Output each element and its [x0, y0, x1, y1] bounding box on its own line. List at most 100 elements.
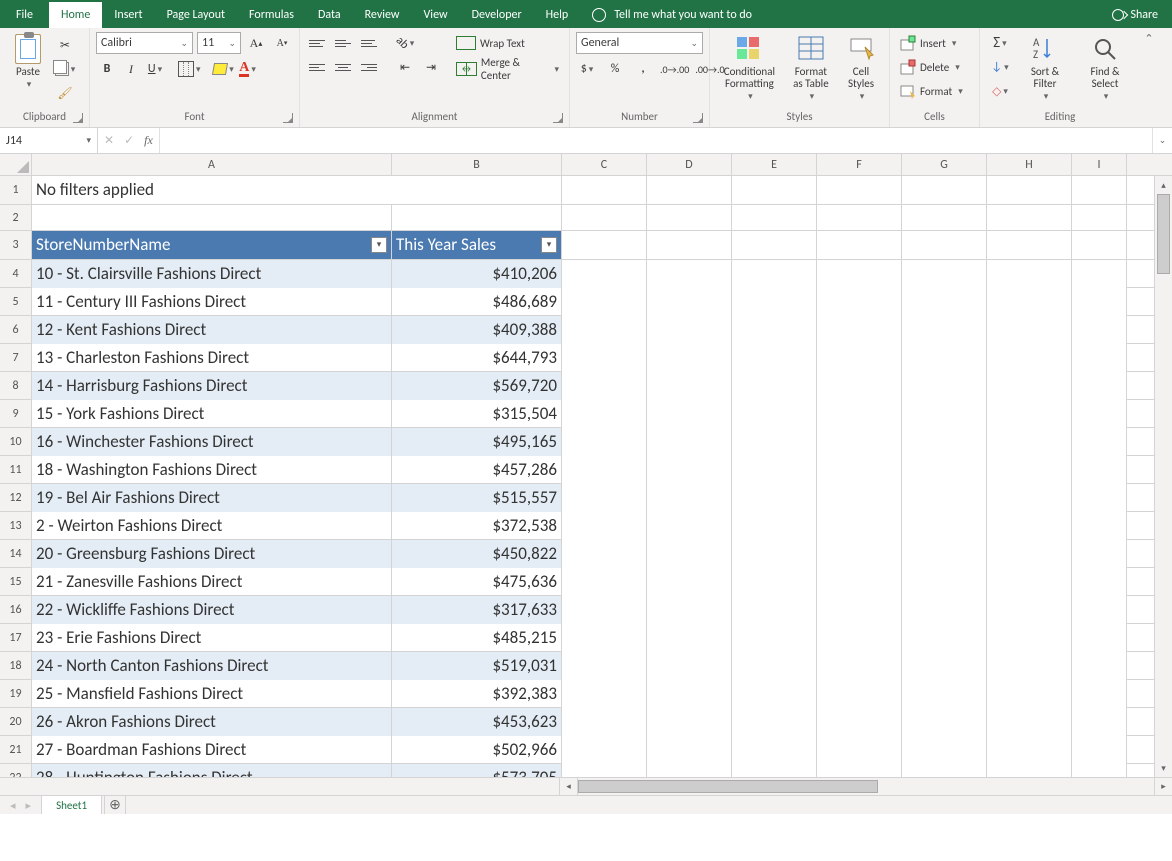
cell[interactable]: [647, 624, 732, 652]
cell[interactable]: [817, 231, 902, 259]
cell[interactable]: [987, 680, 1072, 708]
cell[interactable]: [987, 205, 1072, 233]
cell[interactable]: [817, 288, 902, 316]
cell[interactable]: 12 - Kent Fashions Direct: [32, 316, 392, 344]
cell[interactable]: [647, 512, 732, 540]
scrollbar-thumb[interactable]: [578, 780, 878, 793]
row-header[interactable]: 17: [0, 624, 32, 651]
cell[interactable]: [562, 540, 647, 568]
row-header[interactable]: 2: [0, 205, 32, 230]
cell[interactable]: [987, 176, 1072, 204]
cell[interactable]: [817, 176, 902, 204]
cell[interactable]: [732, 484, 817, 512]
cell[interactable]: [647, 540, 732, 568]
cell[interactable]: [902, 288, 987, 316]
cell[interactable]: [902, 400, 987, 428]
row-header[interactable]: 11: [0, 456, 32, 483]
tab-insert[interactable]: Insert: [102, 2, 154, 28]
enter-icon[interactable]: ✓: [124, 133, 134, 148]
cell[interactable]: [732, 372, 817, 400]
cell[interactable]: [817, 652, 902, 680]
cell[interactable]: [902, 484, 987, 512]
cell[interactable]: $486,689: [392, 288, 562, 316]
cell[interactable]: [987, 456, 1072, 484]
new-sheet-button[interactable]: ⊕: [104, 796, 126, 815]
row-header[interactable]: 18: [0, 652, 32, 679]
align-center-button[interactable]: [332, 56, 354, 78]
format-painter-button[interactable]: 🖌: [54, 82, 76, 104]
scroll-down-button[interactable]: ▾: [1155, 759, 1172, 777]
row-header[interactable]: 19: [0, 680, 32, 707]
row-header[interactable]: 15: [0, 568, 32, 595]
cell[interactable]: [1072, 400, 1127, 428]
column-header[interactable]: G: [902, 154, 987, 175]
cell[interactable]: [647, 205, 732, 233]
cell[interactable]: [647, 231, 732, 259]
cell[interactable]: [647, 344, 732, 372]
dialog-launcher-icon[interactable]: [553, 113, 563, 123]
cell[interactable]: 10 - St. Clairsville Fashions Direct: [32, 260, 392, 288]
cell[interactable]: [647, 288, 732, 316]
row-header[interactable]: 9: [0, 400, 32, 427]
cell[interactable]: [902, 652, 987, 680]
cell[interactable]: [562, 680, 647, 708]
cell[interactable]: [1072, 316, 1127, 344]
cell[interactable]: [902, 736, 987, 764]
cell[interactable]: [1072, 708, 1127, 736]
cell[interactable]: $475,636: [392, 568, 562, 596]
column-header[interactable]: H: [987, 154, 1072, 175]
prev-sheet-icon[interactable]: ◂: [10, 799, 16, 812]
cell[interactable]: [732, 512, 817, 540]
cell[interactable]: [732, 680, 817, 708]
cell[interactable]: [902, 624, 987, 652]
cell[interactable]: [647, 652, 732, 680]
tab-help[interactable]: Help: [534, 2, 581, 28]
column-header[interactable]: D: [647, 154, 732, 175]
cancel-icon[interactable]: ✕: [104, 133, 114, 148]
cell[interactable]: $569,720: [392, 372, 562, 400]
cell[interactable]: [562, 231, 647, 259]
cell[interactable]: [817, 540, 902, 568]
cell[interactable]: [987, 260, 1072, 288]
row-header[interactable]: 7: [0, 344, 32, 371]
cell[interactable]: 20 - Greensburg Fashions Direct: [32, 540, 392, 568]
cell[interactable]: 2 - Weirton Fashions Direct: [32, 512, 392, 540]
cell[interactable]: [902, 512, 987, 540]
align-bottom-button[interactable]: [358, 32, 380, 54]
next-sheet-icon[interactable]: ▸: [26, 799, 32, 812]
cell[interactable]: [732, 456, 817, 484]
underline-button[interactable]: U▾: [144, 58, 166, 80]
cell[interactable]: $515,557: [392, 484, 562, 512]
cell[interactable]: 11 - Century III Fashions Direct: [32, 288, 392, 316]
cell[interactable]: [902, 456, 987, 484]
cell[interactable]: [902, 428, 987, 456]
bold-button[interactable]: B: [96, 58, 118, 80]
align-right-button[interactable]: [358, 56, 380, 78]
cell[interactable]: [732, 288, 817, 316]
font-color-button[interactable]: A▾: [237, 58, 259, 80]
row-header[interactable]: 10: [0, 428, 32, 455]
cell[interactable]: $453,623: [392, 708, 562, 736]
cell[interactable]: [817, 205, 902, 233]
cell[interactable]: [1072, 428, 1127, 456]
cell[interactable]: [732, 540, 817, 568]
tab-home[interactable]: Home: [49, 2, 102, 28]
cell[interactable]: [987, 344, 1072, 372]
cell[interactable]: [562, 344, 647, 372]
cell[interactable]: [732, 176, 817, 204]
scroll-up-button[interactable]: ▴: [1155, 176, 1172, 194]
tab-view[interactable]: View: [412, 2, 460, 28]
table-header-cell[interactable]: This Year Sales▾: [392, 231, 562, 259]
cell[interactable]: [732, 652, 817, 680]
row-header[interactable]: 8: [0, 372, 32, 399]
cell[interactable]: [902, 540, 987, 568]
merge-center-button[interactable]: Merge & Center▾: [452, 58, 563, 80]
clear-button[interactable]: ◇▾: [986, 80, 1014, 102]
cell[interactable]: 13 - Charleston Fashions Direct: [32, 344, 392, 372]
cell[interactable]: $519,031: [392, 652, 562, 680]
cell[interactable]: $317,633: [392, 596, 562, 624]
cell[interactable]: [562, 456, 647, 484]
cell[interactable]: [902, 596, 987, 624]
cell[interactable]: [987, 736, 1072, 764]
cell[interactable]: [1072, 568, 1127, 596]
